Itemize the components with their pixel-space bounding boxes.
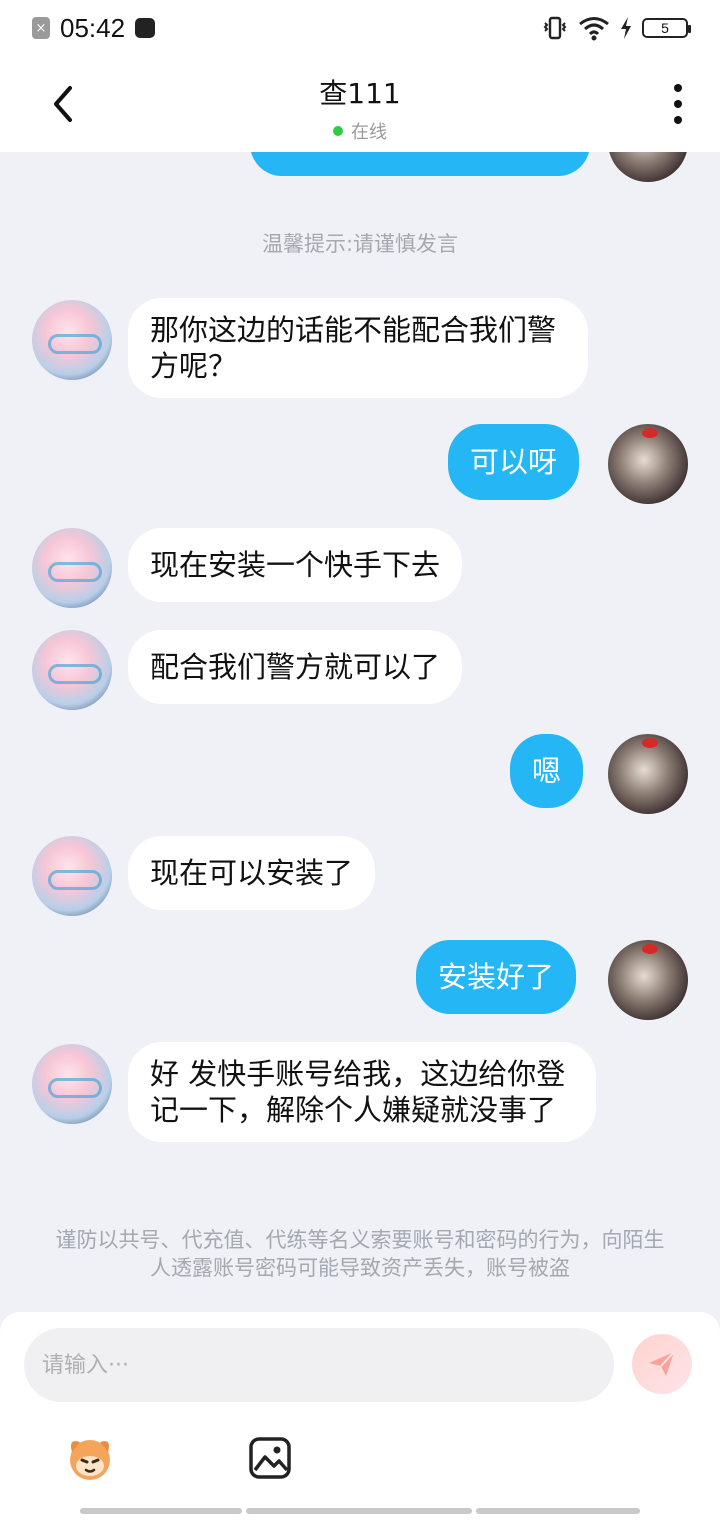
avatar-contact[interactable] [32, 528, 112, 608]
image-icon [249, 1437, 291, 1479]
online-dot-icon [333, 126, 343, 136]
warning-notice-bottom: 谨防以共号、代充值、代练等名义索要账号和密码的行为，向陌生人透露账号密码可能导致… [55, 1228, 665, 1280]
battery-indicator: 5 [642, 18, 691, 38]
avatar-contact[interactable] [32, 630, 112, 710]
status-time: 05:42 [60, 12, 126, 43]
image-button[interactable] [248, 1436, 292, 1480]
status-bar: × 05:42 5 [0, 0, 720, 56]
message-received[interactable]: 好 发快手账号给我，这边给你登记一下，解除个人嫌疑就没事了 [128, 1042, 596, 1142]
notification-icon: × [32, 17, 50, 39]
message-received[interactable]: 现在可以安装了 [128, 836, 376, 910]
avatar-contact[interactable] [32, 300, 112, 380]
message-sent[interactable]: 安装好了 [416, 940, 577, 1014]
wifi-icon [579, 17, 609, 41]
message-sent[interactable]: 可以呀 [448, 424, 580, 500]
more-vertical-icon [674, 84, 682, 92]
warning-notice-top: 温馨提示:请谨慎发言 [261, 232, 459, 256]
message-input[interactable] [24, 1328, 614, 1402]
avatar-me[interactable] [608, 424, 688, 504]
message-sent[interactable]: 嗯 [510, 734, 584, 808]
vibrate-icon [543, 16, 567, 40]
online-status-label: 在线 [351, 122, 387, 143]
charging-icon [621, 17, 631, 39]
message-received[interactable]: 那你这边的话能不能配合我们警方呢？ [128, 298, 588, 398]
online-status: 在线 [333, 118, 387, 144]
avatar-me[interactable] [608, 734, 688, 814]
more-options-button[interactable] [670, 84, 686, 124]
message-notification-icon [135, 18, 156, 38]
input-area [0, 1312, 720, 1520]
bottom-handle-bars [80, 1508, 640, 1514]
avatar-me[interactable] [608, 940, 688, 1020]
page-title: 查111 [319, 77, 401, 110]
message-received[interactable]: 现在安装一个快手下去 [128, 528, 463, 602]
chat-header: 查111 在线 [0, 56, 720, 152]
title-block: 查111 在线 [0, 72, 720, 144]
avatar-contact[interactable] [32, 836, 112, 916]
emoji-icon [70, 1440, 110, 1480]
avatar-contact[interactable] [32, 1044, 112, 1124]
chat-messages[interactable]: 温馨提示:请谨慎发言 那你这边的话能不能配合我们警方呢？ 可以呀 现在安装一个快… [0, 152, 720, 1312]
send-icon [649, 1351, 675, 1376]
message-received[interactable]: 配合我们警方就可以了 [128, 630, 463, 704]
emoji-button[interactable] [62, 1430, 118, 1486]
avatar-me[interactable] [608, 152, 688, 182]
send-button[interactable] [632, 1334, 692, 1394]
message-bubble-partial [250, 152, 590, 176]
